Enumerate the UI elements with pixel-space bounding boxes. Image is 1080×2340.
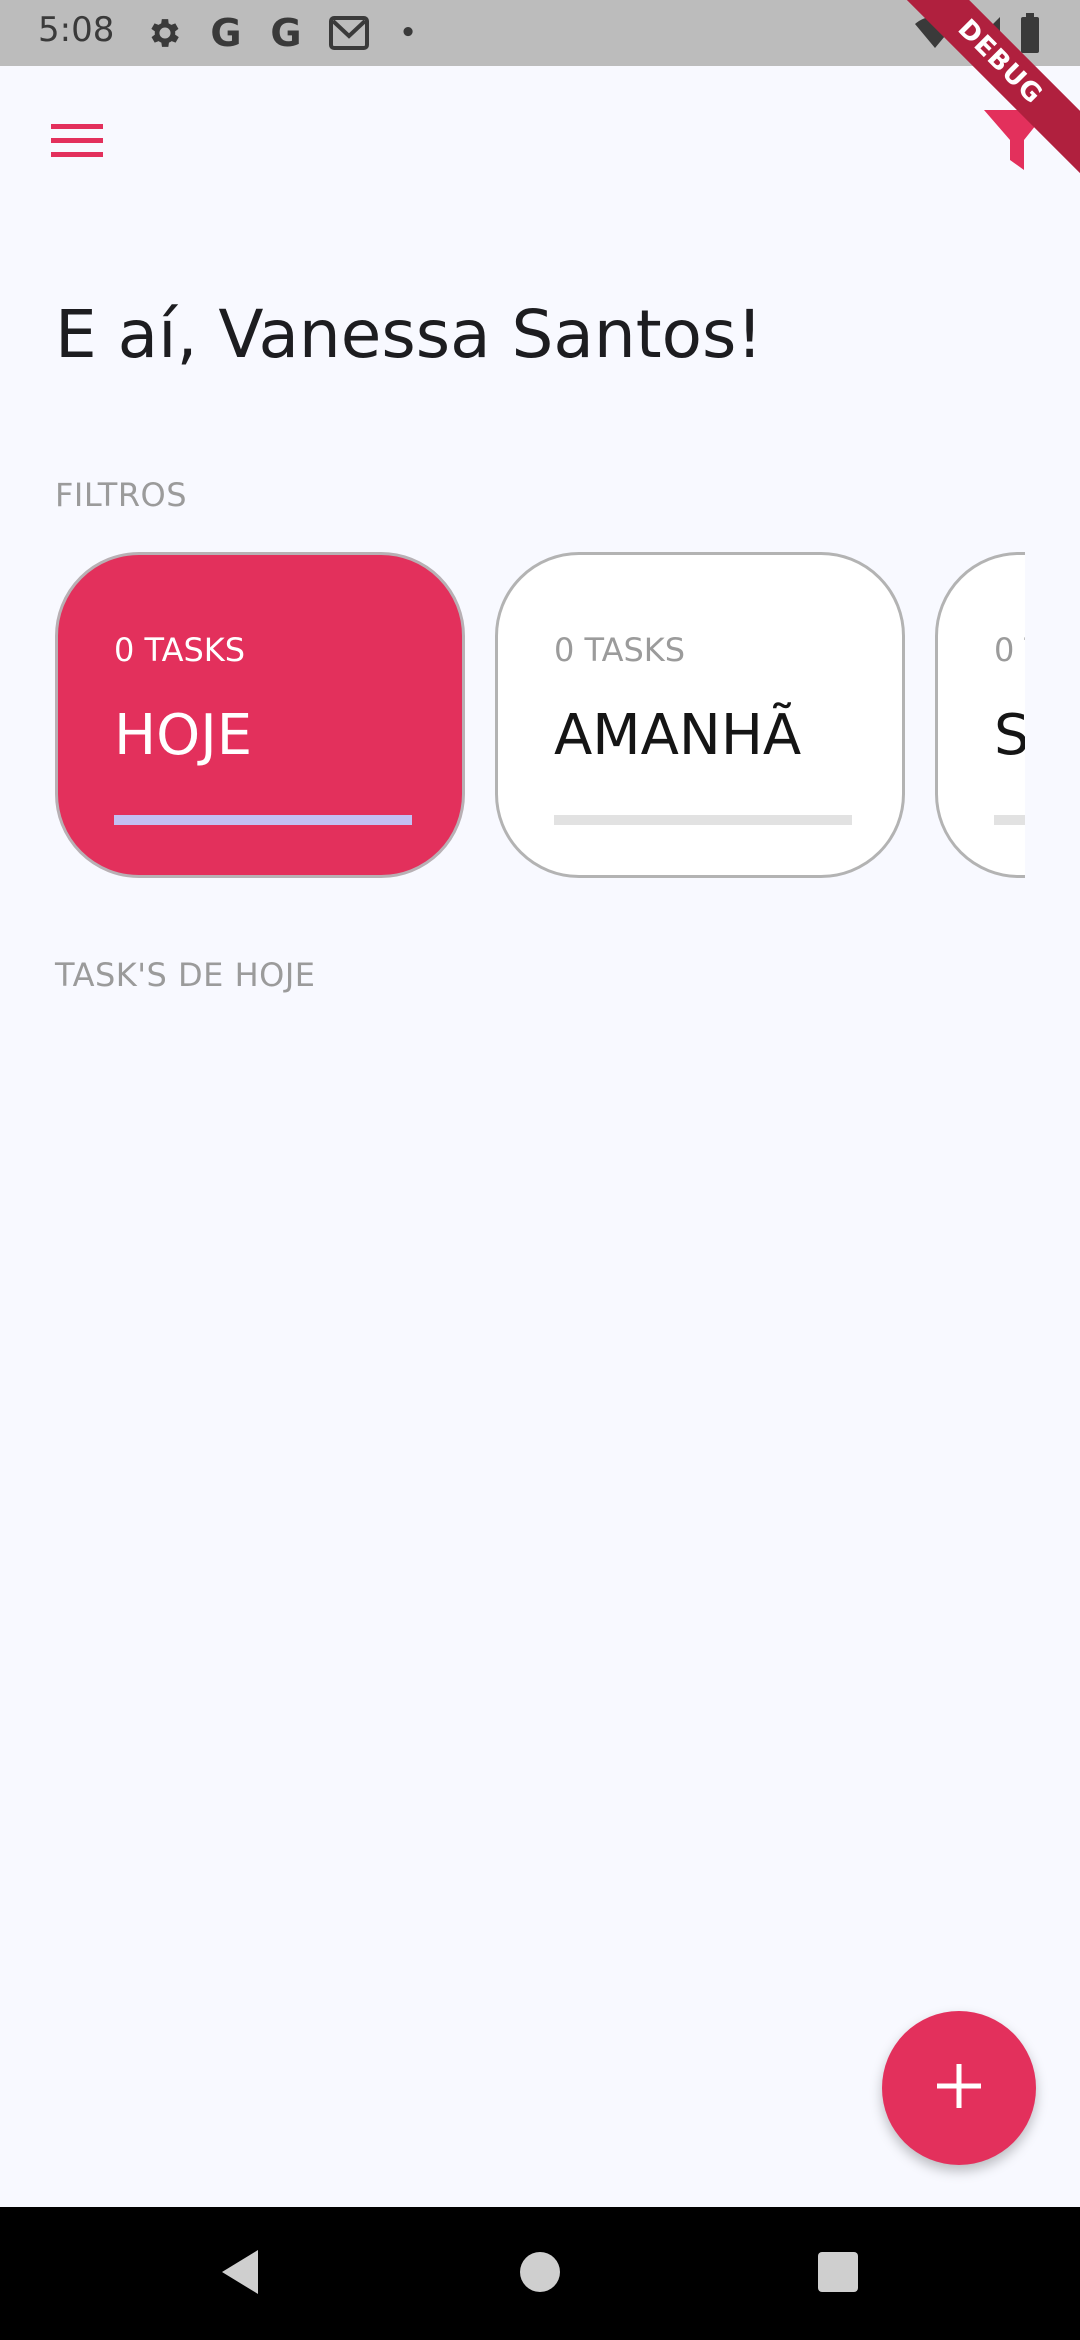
tasks-section-label: TASK'S DE HOJE — [55, 956, 316, 994]
greeting-title: E aí, Vanessa Santos! — [55, 296, 763, 373]
status-time: 5:08 — [38, 10, 115, 50]
menu-button[interactable] — [40, 110, 114, 174]
recents-button[interactable] — [778, 2207, 898, 2340]
card-title: HOJE — [114, 703, 253, 768]
navigation-bar — [0, 2207, 1080, 2340]
google-icon: G — [270, 11, 302, 55]
card-task-count: 0 TASKS — [114, 631, 246, 669]
filter-card-next[interactable]: 0 T S — [935, 552, 1025, 878]
gmail-icon — [326, 12, 372, 54]
card-progress-bar — [114, 815, 412, 825]
recents-icon — [817, 2251, 859, 2297]
card-title: S — [994, 703, 1025, 768]
card-task-count: 0 TASKS — [554, 631, 686, 669]
back-icon — [218, 2248, 262, 2300]
card-title: AMANHÃ — [554, 703, 802, 768]
google-icon: G — [210, 11, 242, 55]
notification-dot-icon: • — [399, 18, 417, 48]
card-progress-bar — [994, 815, 1025, 825]
home-button[interactable] — [480, 2207, 600, 2340]
plus-icon — [937, 2064, 981, 2112]
home-icon — [518, 2250, 562, 2298]
card-progress-bar — [554, 815, 852, 825]
add-task-button[interactable] — [882, 2011, 1036, 2165]
filters-label: FILTROS — [55, 476, 188, 514]
filter-card-today[interactable]: 0 TASKS HOJE — [55, 552, 465, 878]
menu-icon — [51, 120, 103, 164]
filter-cards-carousel[interactable]: 0 TASKS HOJE 0 TASKS AMANHÃ 0 T S — [55, 552, 1025, 884]
settings-icon — [142, 12, 188, 54]
filter-card-tomorrow[interactable]: 0 TASKS AMANHÃ — [495, 552, 905, 878]
card-task-count: 0 T — [994, 631, 1025, 669]
back-button[interactable] — [180, 2207, 300, 2340]
